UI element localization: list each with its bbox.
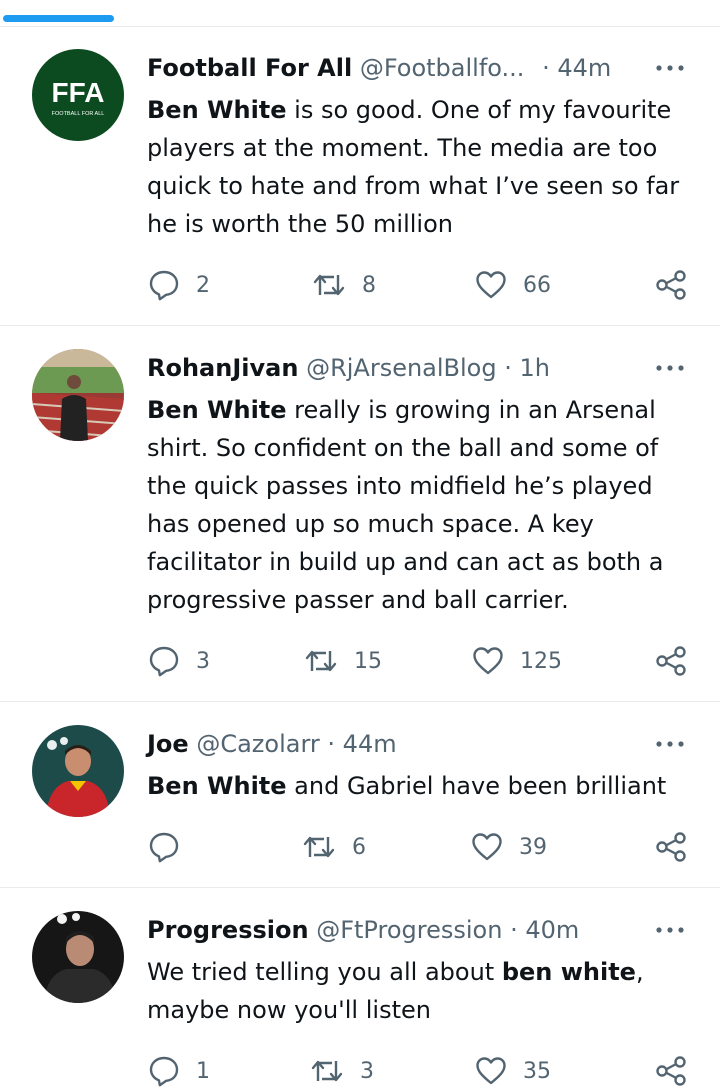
avatar-logo-subtext: FOOTBALL FOR ALL: [52, 111, 105, 117]
retweet-icon: [304, 645, 338, 677]
reply-count: 3: [196, 648, 210, 674]
share-button[interactable]: [654, 644, 688, 678]
avatar-logo-text: FFA: [52, 77, 105, 108]
reply-button[interactable]: 1: [148, 1054, 210, 1088]
like-count: 39: [519, 834, 547, 860]
reply-button[interactable]: 3: [148, 644, 210, 678]
more-options-icon[interactable]: [652, 920, 688, 940]
tweet-text: Ben White and Gabriel have been brillian…: [147, 767, 702, 805]
like-button[interactable]: 125: [472, 644, 562, 678]
retweet-count: 3: [360, 1058, 374, 1084]
more-options-icon[interactable]: [652, 358, 688, 378]
top-bar: [0, 0, 720, 27]
like-button[interactable]: 66: [475, 268, 551, 302]
retweet-icon: [302, 831, 336, 863]
reply-count: 1: [196, 1058, 210, 1084]
tweet-divider: [0, 325, 720, 326]
user-handle[interactable]: @Footballfo...: [360, 54, 525, 82]
retweet-count: 15: [354, 648, 382, 674]
like-button[interactable]: 35: [475, 1054, 551, 1088]
heart-icon: [475, 269, 507, 301]
tweet-header: Joe @Cazolarr · 44m: [147, 728, 397, 760]
display-name[interactable]: Joe: [147, 730, 189, 758]
retweet-button[interactable]: 8: [312, 268, 376, 302]
share-button[interactable]: [654, 268, 688, 302]
user-handle[interactable]: @FtProgression: [316, 916, 502, 944]
user-handle[interactable]: @RjArsenalBlog: [306, 354, 497, 382]
tweet-time[interactable]: · 44m: [327, 730, 396, 758]
tweet-divider: [0, 887, 720, 888]
bold-mention: Ben White: [147, 772, 287, 800]
tweet-header: Football For All @Footballfo... · 44m: [147, 52, 611, 84]
user-handle[interactable]: @Cazolarr: [196, 730, 319, 758]
bold-mention: ben white: [501, 958, 636, 986]
retweet-button[interactable]: 15: [304, 644, 382, 678]
more-options-icon[interactable]: [652, 734, 688, 754]
heart-icon: [471, 831, 503, 863]
heart-icon: [475, 1055, 507, 1087]
tweet-text: Ben White really is growing in an Arsena…: [147, 391, 702, 619]
display-name[interactable]: RohanJivan: [147, 354, 298, 382]
like-count: 125: [520, 648, 562, 674]
reply-button[interactable]: [148, 830, 196, 864]
display-name[interactable]: Football For All: [147, 54, 352, 82]
avatar[interactable]: [32, 725, 124, 817]
retweet-button[interactable]: 3: [310, 1054, 374, 1088]
retweet-count: 8: [362, 272, 376, 298]
share-icon: [654, 1054, 688, 1088]
heart-icon: [472, 645, 504, 677]
more-options-icon[interactable]: [652, 58, 688, 78]
retweet-icon: [310, 1055, 344, 1087]
reply-icon: [148, 1055, 180, 1087]
bold-mention: Ben White: [147, 396, 287, 424]
avatar[interactable]: [32, 349, 124, 441]
avatar-photo: [32, 725, 124, 817]
reply-count: 2: [196, 272, 210, 298]
bold-mention: Ben White: [147, 96, 287, 124]
tweet-time[interactable]: · 1h: [504, 354, 550, 382]
text-segment: We tried telling you all about: [147, 958, 502, 986]
text-segment: really is growing in an Arsenal shirt. S…: [147, 396, 664, 614]
tweet-text: We tried telling you all about ben white…: [147, 953, 702, 1029]
share-icon: [654, 644, 688, 678]
reply-icon: [148, 831, 180, 863]
tweet-divider: [0, 701, 720, 702]
share-button[interactable]: [654, 1054, 688, 1088]
avatar-photo: [32, 349, 124, 441]
avatar[interactable]: [32, 911, 124, 1003]
ffa-logo: FFA FOOTBALL FOR ALL: [32, 49, 124, 141]
share-button[interactable]: [654, 830, 688, 864]
retweet-icon: [312, 269, 346, 301]
like-count: 66: [523, 272, 551, 298]
text-segment: and Gabriel have been brilliant: [286, 772, 667, 800]
retweet-button[interactable]: 6: [302, 830, 366, 864]
avatar-photo: [32, 911, 124, 1003]
tweet-text: Ben White is so good. One of my favourit…: [147, 91, 702, 243]
tweet-header: Progression @FtProgression · 40m: [147, 914, 579, 946]
tweet-header: RohanJivan @RjArsenalBlog · 1h: [147, 352, 550, 384]
display-name[interactable]: Progression: [147, 916, 309, 944]
reply-icon: [148, 269, 180, 301]
share-icon: [654, 268, 688, 302]
avatar[interactable]: FFA FOOTBALL FOR ALL: [32, 49, 124, 141]
like-count: 35: [523, 1058, 551, 1084]
retweet-count: 6: [352, 834, 366, 860]
like-button[interactable]: 39: [471, 830, 547, 864]
tweet-time[interactable]: · 44m: [542, 54, 611, 82]
tweet-time[interactable]: · 40m: [510, 916, 579, 944]
reply-button[interactable]: 2: [148, 268, 210, 302]
share-icon: [654, 830, 688, 864]
loading-progress-bar: [3, 15, 114, 22]
reply-icon: [148, 645, 180, 677]
